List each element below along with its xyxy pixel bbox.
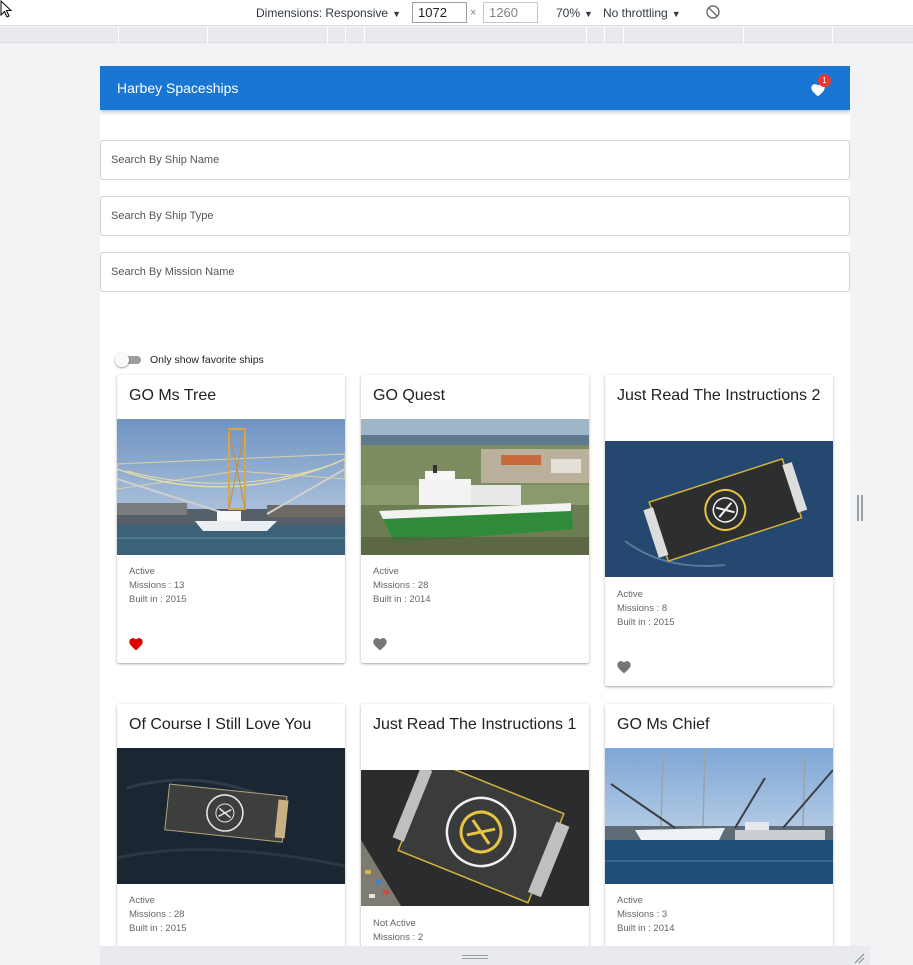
ship-status: Active bbox=[617, 589, 643, 600]
corner-resize-icon[interactable] bbox=[853, 952, 865, 964]
bottom-resize-bar[interactable] bbox=[100, 946, 870, 965]
ship-details: Active Missions : 3 Built in : 2014 bbox=[617, 894, 675, 936]
height-input[interactable]: 1260 bbox=[483, 2, 538, 23]
ship-status: Active bbox=[373, 566, 399, 577]
toggle-thumb[interactable] bbox=[115, 353, 129, 367]
dimensions-label: Dimensions: Responsive bbox=[256, 6, 389, 20]
app-title: Harbey Spaceships bbox=[117, 80, 239, 96]
ship-details: Active Missions : 28 Built in : 2014 bbox=[373, 565, 431, 607]
device-viewport: Harbey Spaceships 1 Only show favorite s… bbox=[100, 66, 850, 946]
zoom-dropdown[interactable]: 70% ▼ bbox=[556, 6, 593, 20]
ship-details: Active Missions : 13 Built in : 2015 bbox=[129, 565, 187, 607]
ship-details: Active Missions : 28 Built in : 2015 bbox=[129, 894, 187, 936]
ship-card: GO Quest Active Missions: 28 Built in:… bbox=[361, 375, 589, 663]
chevron-down-icon: ▼ bbox=[392, 9, 401, 19]
favorites-button[interactable]: 1 bbox=[806, 74, 831, 100]
ship-image bbox=[117, 748, 345, 884]
ship-name: Just Read The Instructions 2 bbox=[617, 387, 821, 404]
ship-missions: Missions : 28 bbox=[373, 580, 429, 591]
chevron-down-icon: ▼ bbox=[671, 9, 681, 19]
ship-built-year: Built in : 2015 bbox=[617, 617, 675, 628]
ship-name: Of Course I Still Love You bbox=[129, 716, 312, 733]
ship-status: Active bbox=[617, 895, 643, 906]
mouse-cursor-icon bbox=[0, 0, 13, 18]
ship-card: Of Course I Still Love You Active Missio… bbox=[117, 704, 345, 946]
ship-name-search-field[interactable] bbox=[100, 140, 850, 180]
ship-name: GO Ms Tree bbox=[129, 387, 217, 404]
ship-card: GO Ms Tree Active Missions: 13 Built in… bbox=[117, 375, 345, 663]
ship-missions: Missions : 3 bbox=[617, 909, 668, 920]
ship-image bbox=[361, 419, 589, 555]
ship-details: Active Missions : 8 Built in : 2015 bbox=[617, 588, 675, 630]
ship-name-search-input[interactable] bbox=[101, 141, 849, 179]
ship-type-search-input[interactable] bbox=[101, 197, 849, 235]
rotate-icon[interactable] bbox=[705, 4, 721, 20]
ship-built-year: Built in : 2015 bbox=[129, 594, 187, 605]
ship-type-search-field[interactable] bbox=[100, 196, 850, 236]
throttle-dropdown[interactable]: No throttling ▼ bbox=[603, 6, 681, 20]
ship-name: Just Read The Instructions 1 bbox=[373, 716, 577, 733]
ship-status: Active bbox=[129, 895, 155, 906]
favorite-heart-icon[interactable] bbox=[372, 636, 388, 651]
zoom-label: 70% bbox=[556, 6, 581, 20]
dimension-separator: × bbox=[470, 7, 477, 19]
ship-name: GO Quest bbox=[373, 387, 446, 404]
ship-image bbox=[605, 748, 833, 884]
dimensions-dropdown[interactable]: Dimensions: Responsive ▼ bbox=[256, 6, 401, 20]
ship-card: Just Read The Instructions 2 Active Miss… bbox=[605, 375, 833, 686]
ship-built-year: Built in : 2014 bbox=[373, 594, 431, 605]
ship-built-year: Built in : 2014 bbox=[617, 923, 675, 934]
ship-missions: Missions : 2 bbox=[373, 932, 424, 943]
favorite-heart-icon[interactable] bbox=[616, 659, 632, 674]
ship-missions: Missions : 28 bbox=[129, 909, 185, 920]
ship-missions: Missions : 13 bbox=[129, 580, 185, 591]
ship-built-year: Built in : 2015 bbox=[129, 923, 187, 934]
ship-status: Not Active bbox=[373, 918, 416, 929]
app-bar: Harbey Spaceships 1 bbox=[100, 66, 850, 110]
throttle-label: No throttling bbox=[603, 6, 668, 20]
ship-name: GO Ms Chief bbox=[617, 716, 710, 733]
ship-missions: Missions : 8 bbox=[617, 603, 668, 614]
bottom-resize-grip[interactable] bbox=[462, 955, 488, 959]
ship-image bbox=[361, 770, 589, 906]
media-query-ruler[interactable] bbox=[0, 27, 913, 43]
ship-card: Just Read The Instructions 1 Not Active … bbox=[361, 704, 589, 946]
favorite-heart-icon[interactable] bbox=[128, 636, 144, 651]
mission-name-search-field[interactable] bbox=[100, 252, 850, 292]
chevron-down-icon: ▼ bbox=[584, 9, 593, 19]
favorites-count-badge: 1 bbox=[818, 74, 831, 87]
ship-image bbox=[605, 441, 833, 577]
devtools-toolbar: Dimensions: Responsive ▼ 1072 × 1260 70% ▼… bbox=[0, 0, 913, 26]
ship-image bbox=[117, 419, 345, 555]
favorites-only-label: Only show favorite ships bbox=[150, 354, 264, 366]
ship-status: Active bbox=[129, 566, 155, 577]
ship-card: GO Ms Chief Active Missions : 3 Built in… bbox=[605, 704, 833, 946]
mission-name-search-input[interactable] bbox=[101, 253, 849, 291]
ship-details: Not Active Missions : 2 bbox=[373, 917, 423, 945]
right-resize-handle[interactable] bbox=[857, 495, 863, 521]
width-input[interactable]: 1072 bbox=[412, 2, 467, 23]
